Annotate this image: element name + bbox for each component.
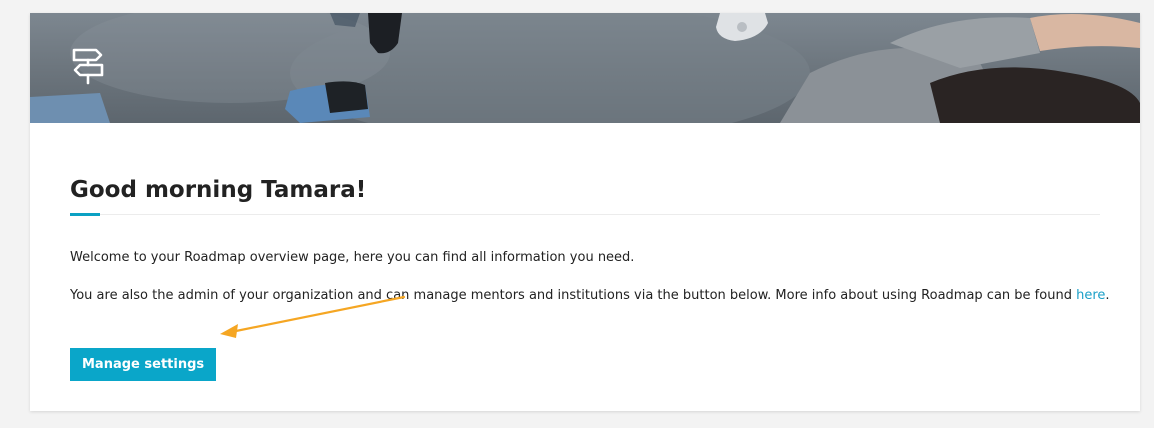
trailing-period: . [1105,288,1110,303]
page-title: Good morning Tamara! [70,177,367,203]
title-divider [70,214,1100,215]
admin-info-text: You are also the admin of your organizat… [70,288,1110,303]
signpost-icon [72,48,104,85]
welcome-card: Good morning Tamara! Welcome to your Roa… [30,13,1140,411]
manage-settings-button[interactable]: Manage settings [70,348,217,381]
admin-info-body: You are also the admin of your organizat… [70,288,1077,303]
intro-text: Welcome to your Roadmap overview page, h… [70,250,635,265]
banner-photo [30,13,1140,123]
help-link[interactable]: here [1076,288,1105,303]
header-banner [30,13,1140,123]
title-divider-accent [70,213,100,216]
